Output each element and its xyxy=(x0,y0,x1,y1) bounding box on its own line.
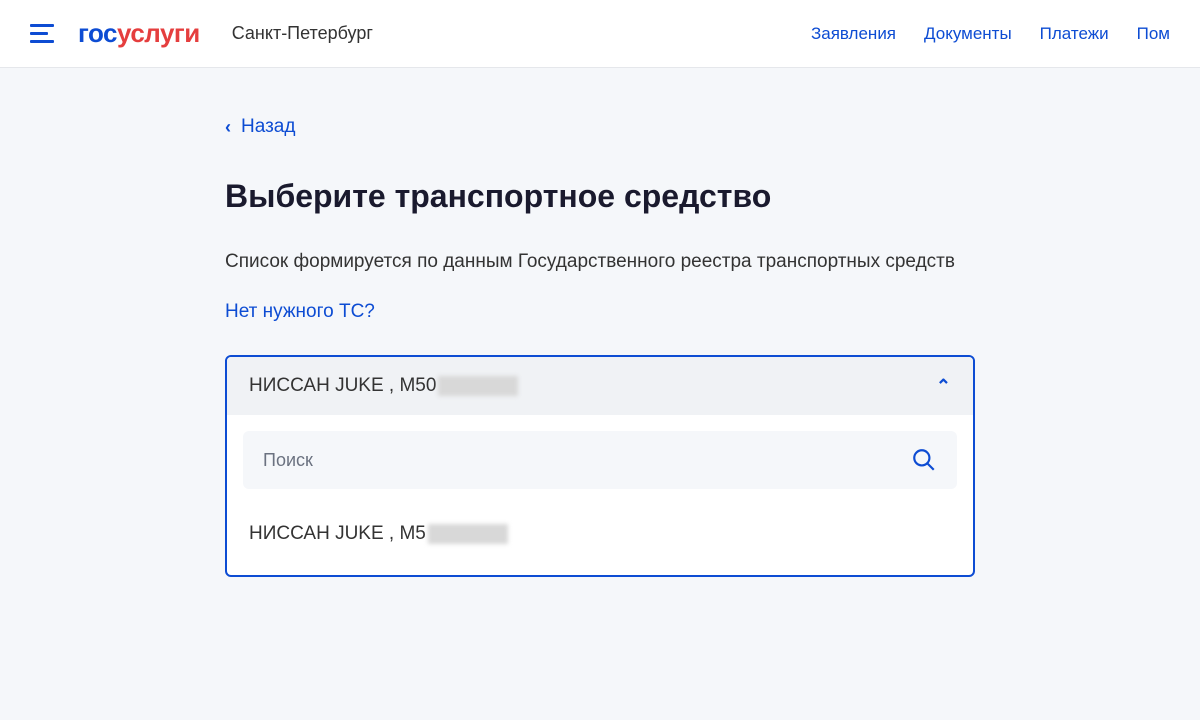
nav-right: Заявления Документы Платежи Пом xyxy=(811,24,1170,44)
search-icon[interactable] xyxy=(911,447,937,473)
search-input[interactable] xyxy=(263,450,911,471)
vehicle-dropdown: НИССАН JUKE , M50 ⌃ НИССАН JUKE , M5 xyxy=(225,355,975,577)
dropdown-option[interactable]: НИССАН JUKE , M5 xyxy=(243,509,957,559)
nav-applications[interactable]: Заявления xyxy=(811,24,896,44)
dropdown-selected[interactable]: НИССАН JUKE , M50 ⌃ xyxy=(227,357,973,415)
dropdown-body: НИССАН JUKE , M5 xyxy=(227,415,973,575)
nav-help[interactable]: Пом xyxy=(1137,24,1170,44)
logo-part-2: услуги xyxy=(117,18,200,48)
search-box xyxy=(243,431,957,489)
logo-part-1: гос xyxy=(78,18,117,48)
redacted-suffix xyxy=(438,376,518,396)
chevron-up-icon: ⌃ xyxy=(936,376,951,397)
menu-icon[interactable] xyxy=(30,24,54,43)
content: ‹ Назад Выберите транспортное средство С… xyxy=(205,68,995,625)
description: Список формируется по данным Государстве… xyxy=(225,247,975,277)
nav-payments[interactable]: Платежи xyxy=(1040,24,1109,44)
page-title: Выберите транспортное средство xyxy=(225,178,975,215)
city-label[interactable]: Санкт-Петербург xyxy=(232,23,373,44)
header: госуслуги Санкт-Петербург Заявления Доку… xyxy=(0,0,1200,68)
redacted-suffix xyxy=(428,524,508,544)
logo[interactable]: госуслуги xyxy=(78,18,200,49)
selected-value: НИССАН JUKE , M50 xyxy=(249,375,518,397)
back-label: Назад xyxy=(241,116,295,138)
back-link[interactable]: ‹ Назад xyxy=(225,116,295,138)
chevron-left-icon: ‹ xyxy=(225,117,231,138)
nav-documents[interactable]: Документы xyxy=(924,24,1012,44)
help-link[interactable]: Нет нужного ТС? xyxy=(225,301,375,323)
